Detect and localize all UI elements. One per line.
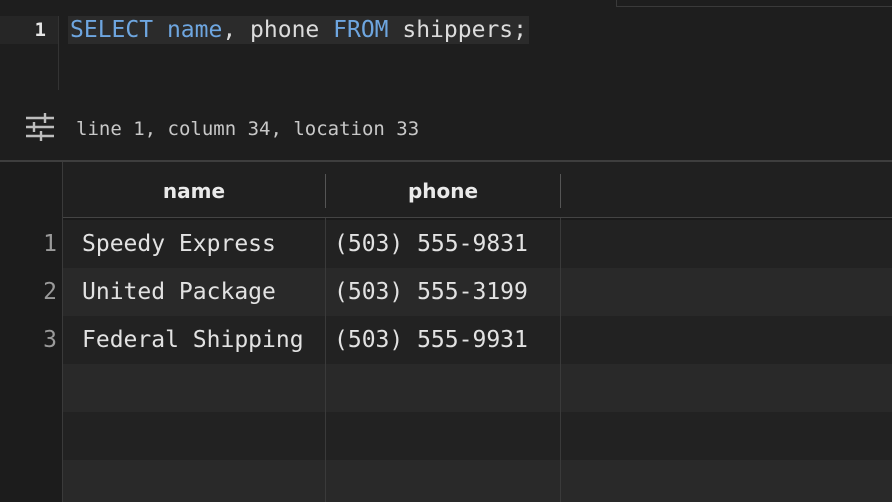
cursor-position: line 1, column 34, location 33 [76,118,420,140]
row-number: 3 [43,327,57,353]
editor-top-rule [616,0,892,7]
code-text-table: shippers; [388,17,527,43]
empty-row [63,412,892,460]
keyword-from: FROM [333,17,389,43]
cell-phone[interactable]: (503) 555-3199 [334,268,528,316]
column-resize-handle[interactable] [560,174,561,208]
column-gridline [325,218,326,502]
keyword-select: SELECT [70,17,154,43]
column-header-phone[interactable]: phone [326,174,560,208]
cell-phone[interactable]: (503) 555-9831 [334,220,528,268]
column-gridline [560,218,561,502]
sql-editor[interactable]: 1 SELECT name, phone FROM shippers; line… [0,0,892,160]
column-header-name[interactable]: name [63,174,325,208]
table-row[interactable]: 1 Speedy Express (503) 555-9831 [43,220,892,268]
empty-row [63,364,892,412]
line-number: 1 [34,19,46,41]
empty-row [63,460,892,502]
cell-name[interactable]: Speedy Express [82,220,276,268]
gutter-divider [58,16,59,90]
code-text-phone: , phone [222,17,334,43]
cell-name[interactable]: United Package [82,268,276,316]
table-row[interactable]: 3 Federal Shipping (503) 555-9931 [43,316,892,364]
code-line-1[interactable]: SELECT name, phone FROM shippers; [68,16,529,44]
sliders-icon[interactable] [24,112,56,142]
cell-phone[interactable]: (503) 555-9931 [334,316,528,364]
identifier-name: name [166,17,223,43]
cell-name[interactable]: Federal Shipping [82,316,304,364]
row-number: 2 [43,279,57,305]
status-bar: line 1, column 34, location 33 [0,108,892,148]
table-row[interactable]: 2 United Package (503) 555-3199 [43,268,892,316]
row-number: 1 [43,231,57,257]
results-grid[interactable]: name phone 1 Speedy Express (503) 555-98… [0,162,892,502]
grid-header: name phone [63,162,892,218]
